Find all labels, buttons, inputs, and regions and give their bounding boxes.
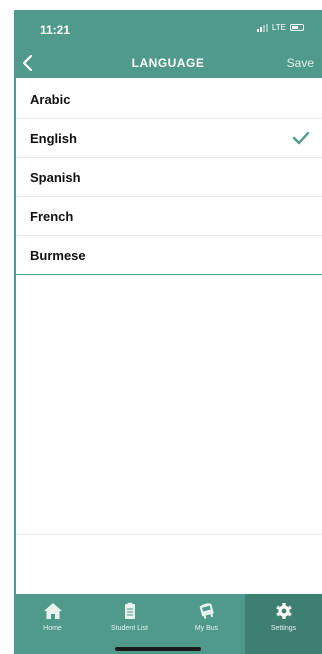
page-title: LANGUAGE — [131, 56, 205, 70]
language-item-french[interactable]: French — [16, 197, 322, 236]
clipboard-icon — [124, 602, 135, 619]
tab-label: My Bus — [194, 625, 219, 632]
gear-icon — [275, 603, 292, 619]
status-indicators: LTE — [256, 23, 304, 32]
signal-icon — [256, 23, 268, 32]
tab-settings[interactable]: Settings — [245, 594, 322, 654]
status-bar: 11:21 LTE — [14, 10, 322, 44]
tab-label: Student List — [111, 625, 148, 632]
language-item-arabic[interactable]: Arabic — [16, 80, 322, 119]
phone-screen: 11:21 LTE LANGUAGE Save Arabic English S… — [0, 0, 322, 654]
tab-student-list[interactable]: Student List — [91, 594, 168, 654]
tab-label: Settings — [270, 625, 297, 632]
language-label: French — [30, 208, 74, 224]
language-label: Arabic — [30, 91, 71, 107]
save-button[interactable]: Save — [287, 56, 314, 70]
tab-bar: Home Student List My Bus Settings — [14, 594, 322, 654]
language-label: English — [30, 130, 77, 146]
bus-icon — [199, 603, 214, 619]
top-bar: 11:21 LTE LANGUAGE Save — [14, 10, 322, 78]
battery-icon — [290, 24, 304, 31]
language-item-spanish[interactable]: Spanish — [16, 158, 322, 197]
content-divider — [16, 534, 322, 535]
language-list: Arabic English Spanish French Burmese — [16, 80, 322, 275]
language-label: Burmese — [30, 247, 86, 263]
status-time: 11:21 — [40, 23, 71, 37]
language-item-english[interactable]: English — [16, 119, 322, 158]
network-type: LTE — [271, 23, 286, 32]
tab-label: Home — [43, 625, 62, 632]
nav-bar: LANGUAGE Save — [14, 52, 322, 76]
language-item-burmese[interactable]: Burmese — [16, 236, 322, 275]
home-indicator[interactable] — [115, 647, 201, 651]
language-label: Spanish — [30, 169, 81, 185]
checkmark-icon — [292, 131, 310, 145]
tab-my-bus[interactable]: My Bus — [168, 594, 245, 654]
tab-home[interactable]: Home — [14, 594, 91, 654]
home-icon — [43, 603, 62, 619]
